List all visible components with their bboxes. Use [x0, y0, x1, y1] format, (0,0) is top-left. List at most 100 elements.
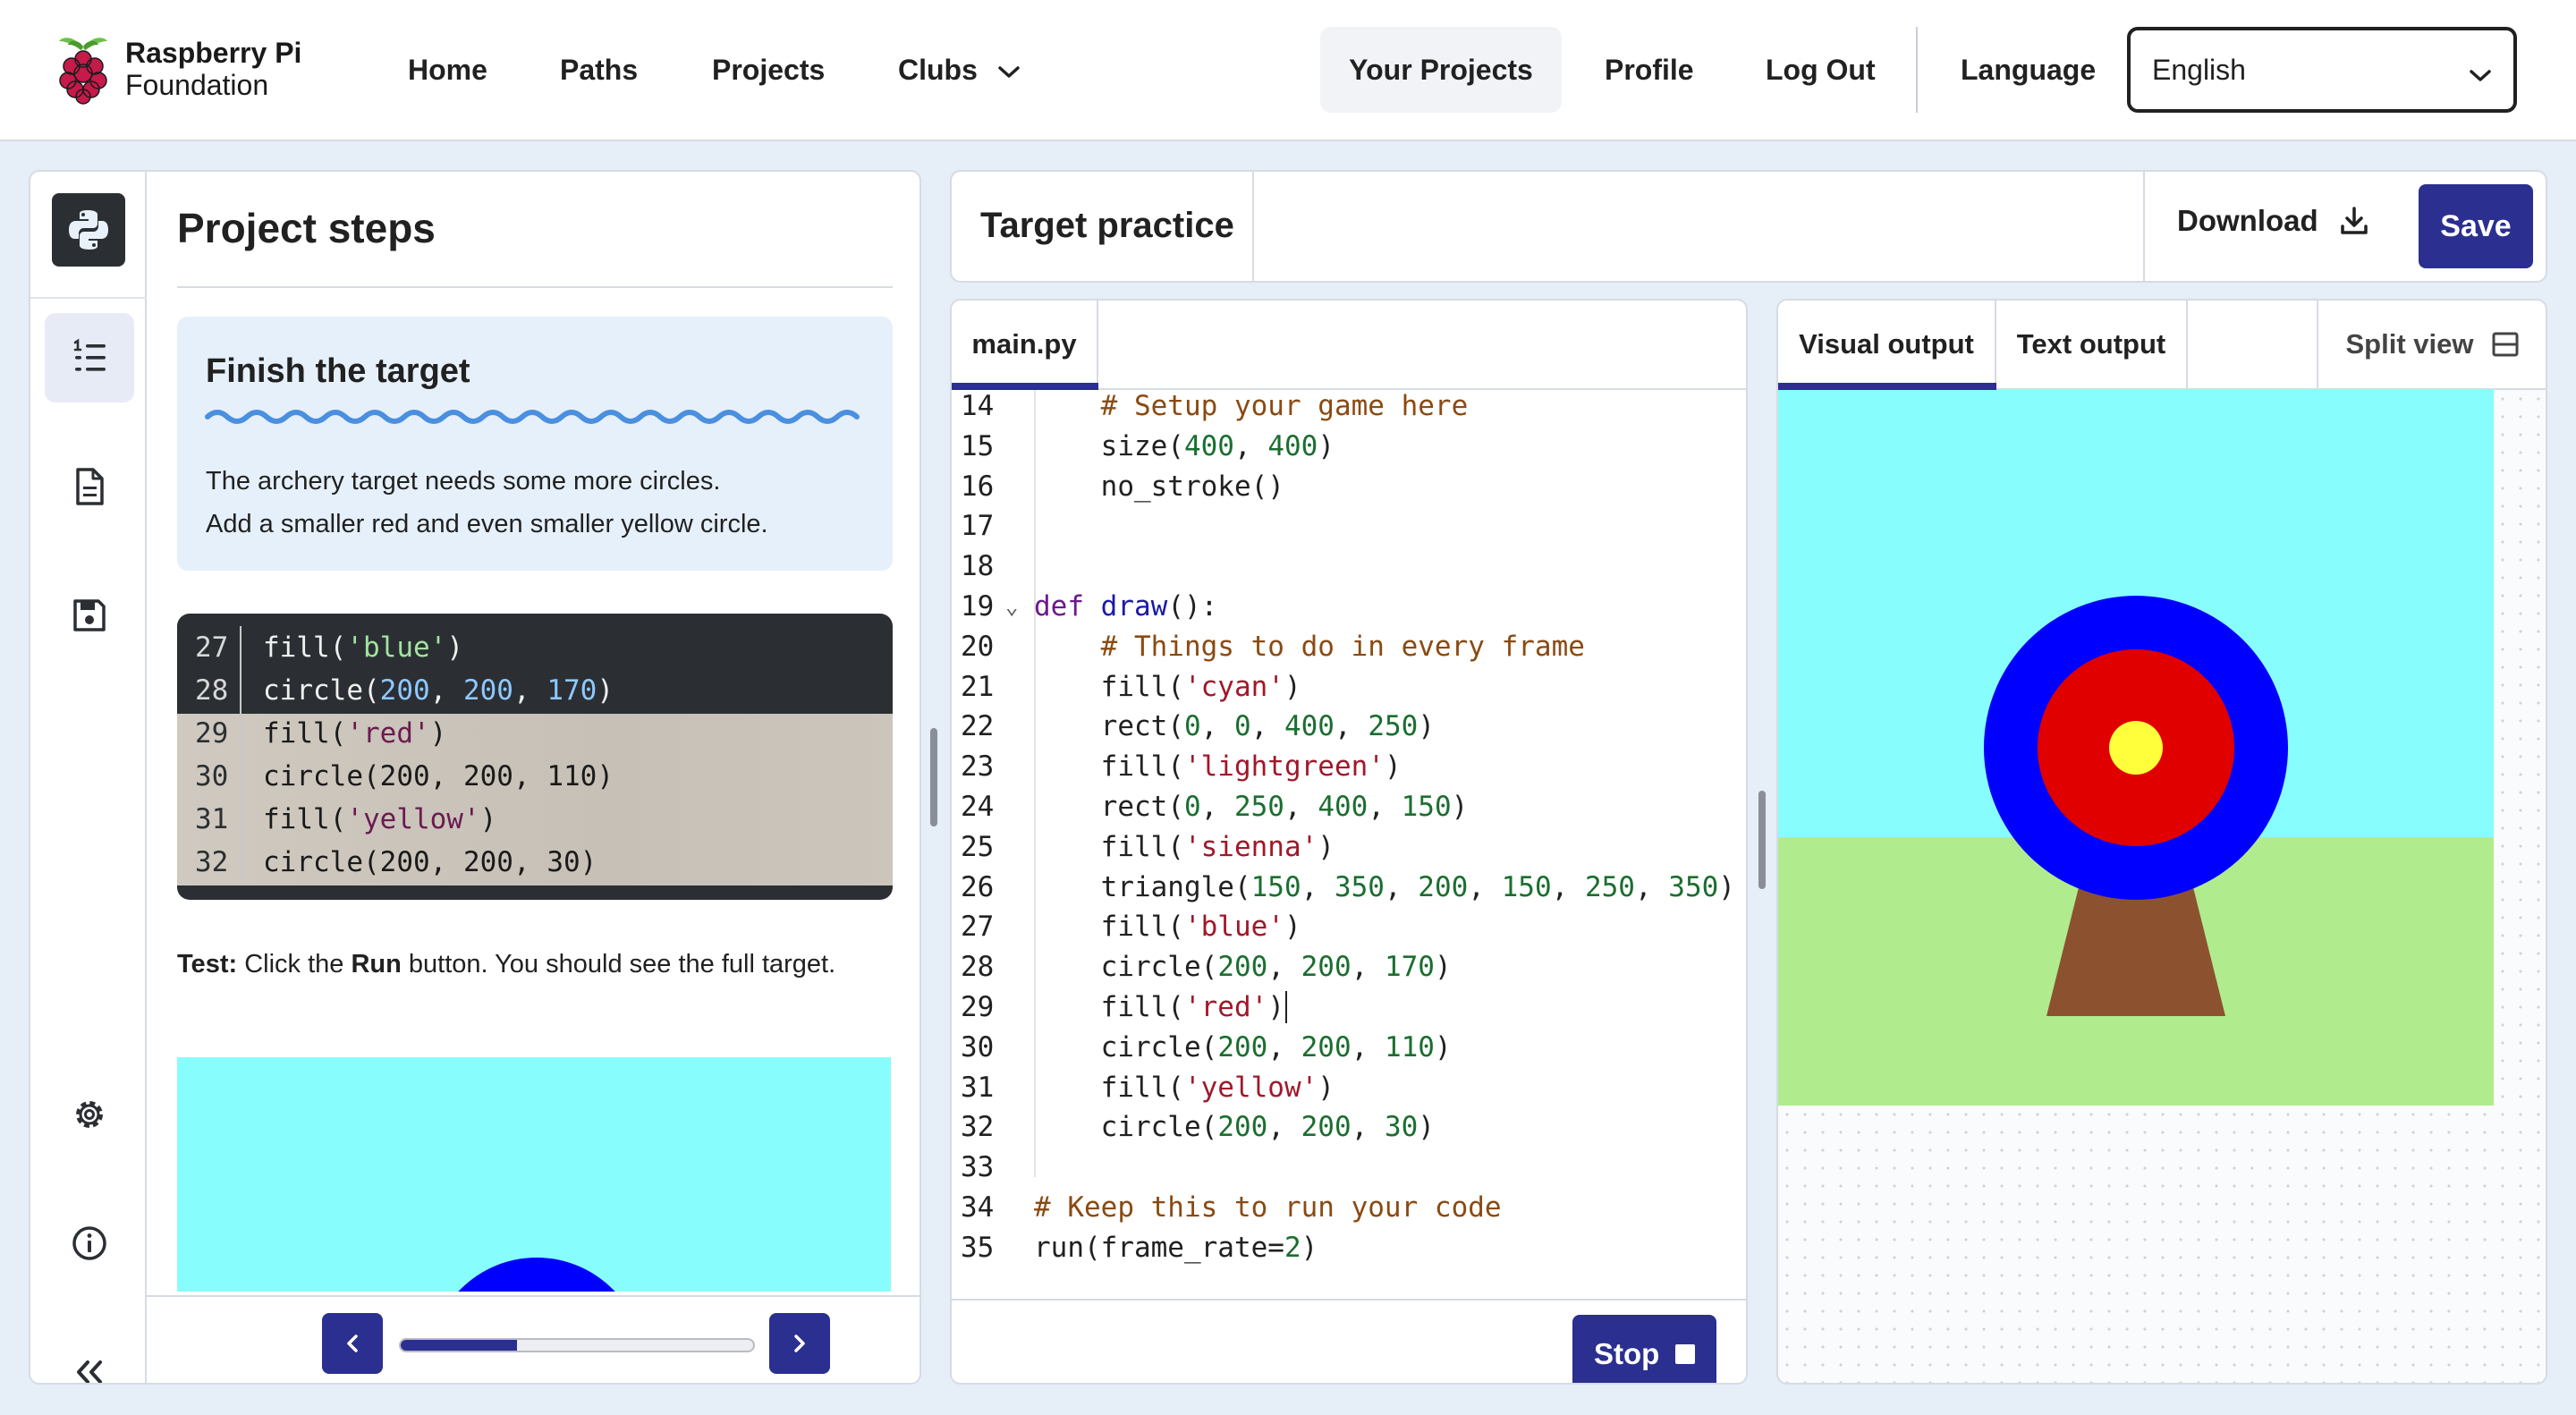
code-text: fill('sienna') [1034, 830, 1335, 863]
next-step-button[interactable] [769, 1313, 830, 1374]
save-disk-icon [73, 599, 106, 631]
raspberry-pi-logo[interactable]: Raspberry Pi Foundation [54, 32, 301, 106]
code-editor-panel: main.py 14 # Setup your game here 15 size… [950, 299, 1748, 1385]
line-number: 17 [961, 510, 995, 543]
text-cursor [1284, 991, 1287, 1023]
info-icon [72, 1226, 106, 1260]
gear-icon [76, 1101, 103, 1128]
logo-line2: Foundation [125, 69, 269, 101]
sidebar-collapse-button[interactable] [45, 1327, 134, 1383]
snippet-code: fill('blue') [263, 631, 463, 664]
file-icon [76, 468, 104, 505]
sidebar-save-button[interactable] [45, 571, 134, 660]
code-text: rect(0, 0, 400, 250) [1034, 710, 1435, 743]
project-steps-panel: Project steps Finish the target The arch… [29, 170, 921, 1385]
your-projects-button[interactable]: Your Projects [1320, 27, 1562, 113]
language-select[interactable]: English [2127, 27, 2517, 113]
line-number: 29 [961, 991, 995, 1023]
code-line: 27 fill('blue') [952, 907, 1746, 947]
output-canvas [1778, 390, 2494, 1106]
sidebar-info-button[interactable] [45, 1199, 134, 1288]
editor-tabs: main.py [952, 301, 1746, 390]
code-line: 26 triangle(150, 350, 200, 150, 250, 350… [952, 868, 1746, 908]
nav-projects[interactable]: Projects [712, 52, 825, 88]
nav-logout[interactable]: Log Out [1766, 52, 1876, 88]
target-preview-image [177, 1057, 891, 1292]
task-title: Finish the target [206, 352, 470, 390]
code-text: fill('blue') [1034, 911, 1301, 944]
snippet-line-number: 31 [195, 803, 229, 835]
nav-home[interactable]: Home [408, 52, 487, 88]
code-line: 35 run(frame_rate=2) [952, 1228, 1746, 1268]
test-run-word: Run [351, 950, 402, 979]
fold-chevron-icon[interactable]: ⌄ [1005, 587, 1018, 627]
code-line: 23 fill('lightgreen') [952, 747, 1746, 787]
line-number: 30 [961, 1030, 995, 1063]
step-navigation [147, 1295, 919, 1383]
tab-main-py[interactable]: main.py [952, 301, 1098, 388]
split-view-button[interactable]: Split view [2317, 301, 2546, 388]
sidebar-settings-button[interactable] [45, 1070, 134, 1159]
code-line: 28 circle(200, 200, 170) [952, 947, 1746, 987]
code-line: 32 circle(200, 200, 30) [952, 1107, 1746, 1148]
previous-step-button[interactable] [322, 1313, 383, 1374]
line-number: 24 [961, 791, 995, 823]
save-button[interactable]: Save [2419, 184, 2533, 268]
line-number: 32 [961, 1111, 995, 1144]
code-text: size(400, 400) [1034, 429, 1335, 462]
code-snippet: 27 fill('blue') 28 circle(200, 200, 170) 29 f… [177, 614, 893, 900]
line-number: 23 [961, 750, 995, 784]
code-line: 18 [952, 547, 1746, 587]
project-name[interactable]: Target practice [980, 206, 1234, 246]
code-text: fill('yellow') [1034, 1071, 1335, 1104]
snippet-code: circle(200, 200, 30) [263, 846, 597, 878]
sidebar-file-button[interactable] [45, 442, 134, 531]
left-resize-handle[interactable] [930, 728, 937, 826]
tab-text-output[interactable]: Text output [1996, 301, 2188, 388]
line-number: 15 [961, 429, 995, 462]
task-card: Finish the target The archery target nee… [177, 317, 893, 571]
sidebar-steps-button[interactable] [45, 313, 134, 402]
task-line1: The archery target needs some more circl… [206, 467, 721, 496]
project-bar-divider [2143, 172, 2145, 281]
download-label: Download [2177, 204, 2318, 237]
code-text: run(frame_rate=2) [1034, 1231, 1318, 1264]
editor-sidebar [30, 172, 147, 1383]
code-text: circle(200, 200, 110) [1034, 1030, 1452, 1063]
tab-visual-output[interactable]: Visual output [1778, 301, 1996, 388]
snippet-gutter [240, 626, 242, 884]
line-number: 16 [961, 470, 995, 503]
code-text: circle(200, 200, 30) [1034, 1111, 1435, 1144]
code-text: triangle(150, 350, 200, 150, 250, 350) [1034, 870, 1735, 903]
line-number: 33 [961, 1151, 995, 1184]
logo-text: Raspberry Pi Foundation [125, 37, 301, 101]
line-number: 25 [961, 830, 995, 863]
language-label: Language [1961, 54, 2097, 86]
split-view-icon [2492, 332, 2519, 357]
code-editor[interactable]: 14 # Setup your game here 15 size(400, 40… [952, 390, 1746, 1299]
test-bold: Test: [177, 950, 238, 979]
logo-line1: Raspberry Pi [125, 37, 302, 69]
code-text: fill('cyan') [1034, 670, 1301, 703]
download-button[interactable]: Download [2177, 204, 2370, 238]
line-number: 18 [961, 550, 995, 583]
nav-paths[interactable]: Paths [560, 52, 638, 88]
numbered-list-icon [73, 338, 106, 371]
code-text: rect(0, 250, 400, 150) [1034, 791, 1469, 823]
code-line: 30 circle(200, 200, 110) [952, 1028, 1746, 1068]
middle-resize-handle[interactable] [1758, 791, 1766, 889]
code-line: 16 no_stroke() [952, 467, 1746, 507]
preview-blue-circle [429, 1258, 644, 1292]
code-line: 24 rect(0, 250, 400, 150) [952, 787, 1746, 827]
project-steps-title: Project steps [177, 205, 436, 251]
task-line2: Add a smaller red and even smaller yello… [206, 510, 768, 538]
line-number: 26 [961, 870, 995, 903]
stop-square-icon [1675, 1344, 1696, 1364]
nav-clubs[interactable]: Clubs [898, 52, 1021, 88]
active-tab-indicator [952, 383, 1098, 390]
visual-output-area [1778, 390, 2546, 1383]
nav-profile[interactable]: Profile [1605, 52, 1694, 88]
task-description: The archery target needs some more circl… [206, 460, 877, 546]
double-chevron-left-icon [77, 1360, 102, 1383]
stop-button[interactable]: Stop [1572, 1315, 1717, 1383]
